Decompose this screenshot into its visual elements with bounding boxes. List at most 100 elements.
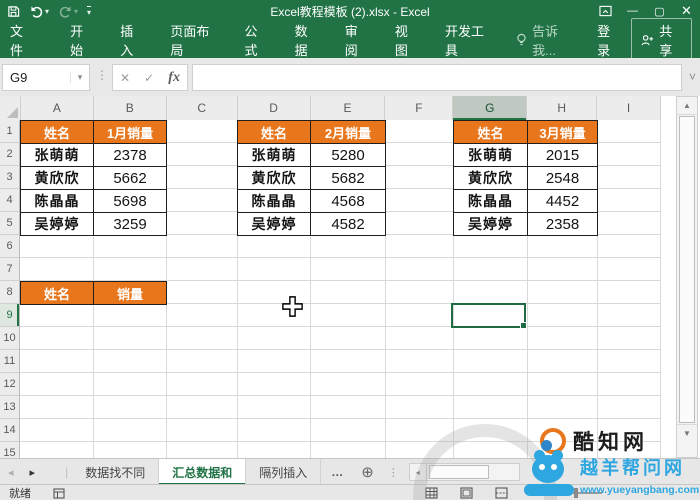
customize-qat-dropdown-icon[interactable]: ▾ — [87, 8, 91, 17]
name-box-dropdown-icon[interactable]: ▾ — [70, 72, 89, 83]
cell-e4[interactable]: 4568 — [310, 189, 386, 213]
table-header-cell[interactable]: 2月销量 — [310, 120, 386, 144]
cell-h2[interactable]: 2015 — [527, 143, 598, 167]
undo-dropdown-icon[interactable]: ▾ — [45, 7, 49, 16]
scroll-down-icon[interactable]: ▼ — [677, 424, 697, 442]
column-header-b[interactable]: B — [94, 96, 167, 120]
table-header-cell[interactable]: 姓名 — [453, 120, 528, 144]
cell-a2[interactable]: 张萌萌 — [20, 143, 94, 167]
tab-developer[interactable]: 开发工具 — [432, 22, 506, 58]
cell-b8[interactable]: 销量 — [93, 281, 167, 305]
cell-b3[interactable]: 5662 — [93, 166, 167, 190]
cell-g5[interactable]: 吴婷婷 — [453, 212, 528, 236]
tab-data[interactable]: 数据 — [282, 22, 332, 58]
redo-dropdown-icon[interactable]: ▾ — [74, 7, 78, 16]
row-header-7[interactable]: 7 — [0, 258, 19, 281]
row-header-11[interactable]: 11 — [0, 350, 19, 373]
column-header-h[interactable]: H — [527, 96, 598, 120]
sheet-tab-insert-columns[interactable]: 隔列插入 — [246, 459, 322, 485]
column-header-e[interactable]: E — [311, 96, 386, 120]
share-button[interactable]: 共享 — [631, 18, 693, 62]
column-header-d[interactable]: D — [238, 96, 311, 120]
expand-formula-bar-icon[interactable]: ˅ — [689, 70, 696, 84]
column-header-c[interactable]: C — [167, 96, 238, 120]
ribbon-display-options-icon[interactable] — [592, 0, 619, 22]
tab-formulas[interactable]: 公式 — [232, 22, 282, 58]
table-header-cell[interactable]: 3月销量 — [527, 120, 598, 144]
sheet-tab-data-diff[interactable]: 数据找不同 — [72, 459, 160, 485]
cell-g2[interactable]: 张萌萌 — [453, 143, 528, 167]
tell-me-box[interactable]: 告诉我... — [506, 21, 587, 59]
row-header-9-selected[interactable]: 9 — [0, 304, 19, 327]
cell-e2[interactable]: 5280 — [310, 143, 386, 167]
tab-bar-splitter-icon[interactable]: ⋮ — [382, 466, 405, 479]
cell-g3[interactable]: 黄欣欣 — [453, 166, 528, 190]
insert-function-icon[interactable]: fx — [168, 70, 180, 86]
row-header-10[interactable]: 10 — [0, 327, 19, 350]
column-header-a[interactable]: A — [21, 96, 94, 120]
cell-a4[interactable]: 陈晶晶 — [20, 189, 94, 213]
row-header-2[interactable]: 2 — [0, 143, 19, 166]
cell-h5[interactable]: 2358 — [527, 212, 598, 236]
customize-qat-button[interactable]: ▾ — [87, 5, 92, 17]
table-header-cell[interactable]: 1月销量 — [93, 120, 167, 144]
selected-cell-g9[interactable] — [451, 303, 527, 329]
cell-a8[interactable]: 姓名 — [20, 281, 94, 305]
row-header-1[interactable]: 1 — [0, 120, 19, 143]
cell-b5[interactable]: 3259 — [93, 212, 167, 236]
sheet-tab-overflow[interactable]: … — [321, 465, 353, 479]
cell-g4[interactable]: 陈晶晶 — [453, 189, 528, 213]
table-header-cell[interactable]: 姓名 — [20, 120, 94, 144]
tab-review[interactable]: 审阅 — [332, 22, 382, 58]
row-header-13[interactable]: 13 — [0, 396, 19, 419]
spreadsheet-grid[interactable]: 姓名 1月销量 张萌萌 2378 黄欣欣 5662 陈晶晶 5698 吴婷婷 3… — [20, 120, 661, 458]
maximize-button[interactable]: ▢ — [646, 0, 673, 22]
cell-d2[interactable]: 张萌萌 — [237, 143, 311, 167]
cell-d3[interactable]: 黄欣欣 — [237, 166, 311, 190]
new-sheet-icon[interactable]: ⊕ — [353, 463, 382, 481]
column-header-g-selected[interactable]: G — [453, 96, 528, 120]
row-header-3[interactable]: 3 — [0, 166, 19, 189]
row-header-5[interactable]: 5 — [0, 212, 19, 235]
cell-h4[interactable]: 4452 — [527, 189, 598, 213]
select-all-corner[interactable] — [0, 96, 21, 120]
name-box[interactable]: G9 ▾ — [2, 64, 90, 91]
cell-d5[interactable]: 吴婷婷 — [237, 212, 311, 236]
cell-e5[interactable]: 4582 — [310, 212, 386, 236]
fill-handle[interactable] — [520, 322, 527, 329]
minimize-button[interactable]: — — [619, 0, 646, 22]
column-header-f[interactable]: F — [385, 96, 454, 120]
cell-a3[interactable]: 黄欣欣 — [20, 166, 94, 190]
cell-d4[interactable]: 陈晶晶 — [237, 189, 311, 213]
cell-b4[interactable]: 5698 — [93, 189, 167, 213]
redo-button[interactable]: ▾ — [58, 5, 78, 18]
scroll-up-icon[interactable]: ▲ — [677, 97, 697, 115]
row-header-8[interactable]: 8 — [0, 281, 19, 304]
tab-view[interactable]: 视图 — [382, 22, 432, 58]
undo-button[interactable]: ▾ — [29, 5, 49, 18]
sheet-tab-summary-active[interactable]: 汇总数据和 — [159, 459, 247, 485]
enter-formula-icon[interactable]: ✓ — [144, 71, 154, 85]
formula-input[interactable] — [192, 64, 682, 91]
save-icon[interactable] — [7, 5, 20, 18]
sheet-nav-right-icon[interactable]: ▸ — [22, 466, 44, 479]
macro-record-icon[interactable] — [53, 487, 65, 499]
cell-e3[interactable]: 5682 — [310, 166, 386, 190]
vertical-scrollbar[interactable]: ▲ ▼ — [676, 96, 698, 458]
row-header-4[interactable]: 4 — [0, 189, 19, 212]
sign-in-button[interactable]: 登录 — [587, 21, 631, 59]
row-header-15[interactable]: 15 — [0, 442, 19, 458]
cancel-formula-icon[interactable]: ✕ — [120, 71, 130, 85]
vertical-scrollbar-thumb[interactable] — [679, 116, 695, 423]
row-header-12[interactable]: 12 — [0, 373, 19, 396]
row-header-14[interactable]: 14 — [0, 419, 19, 442]
cell-h3[interactable]: 2548 — [527, 166, 598, 190]
tab-page-layout[interactable]: 页面布局 — [157, 22, 231, 58]
column-header-i[interactable]: I — [597, 96, 661, 120]
table-header-cell[interactable]: 姓名 — [237, 120, 311, 144]
row-header-6[interactable]: 6 — [0, 235, 19, 258]
close-button[interactable]: ✕ — [673, 0, 700, 22]
sheet-nav-left-icon[interactable]: ◂ — [0, 466, 22, 479]
tab-home[interactable]: 开始 — [57, 22, 107, 58]
cell-b2[interactable]: 2378 — [93, 143, 167, 167]
